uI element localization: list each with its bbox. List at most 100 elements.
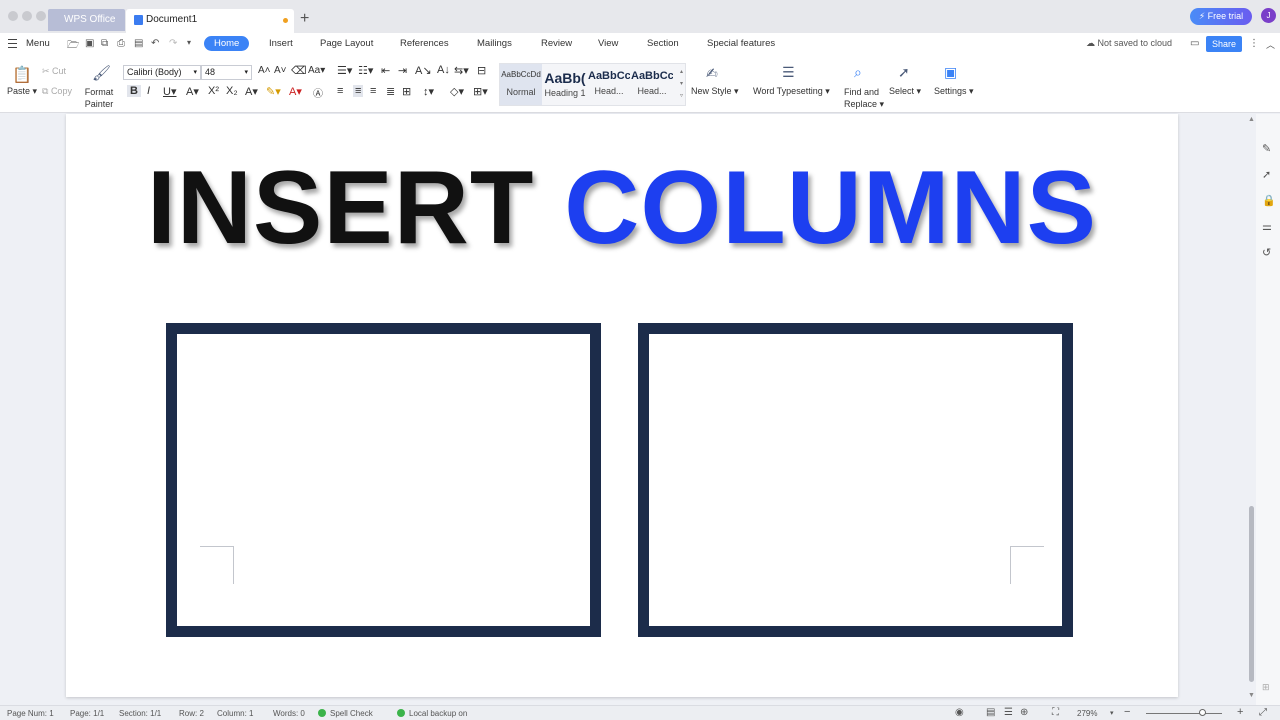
font-size-select[interactable]: 48 ▾	[201, 65, 252, 80]
tab-wps-office[interactable]: WPS Office	[48, 9, 125, 31]
save-icon[interactable]: ▣	[85, 38, 94, 49]
copy-button[interactable]: ⧉ Copy	[42, 86, 72, 97]
increase-indent-icon[interactable]: ⇥	[398, 64, 407, 77]
vertical-scrollbar[interactable]: ▲ ▼	[1248, 114, 1256, 705]
zoom-slider-track[interactable]	[1146, 713, 1222, 714]
zoom-level[interactable]: 279%	[1077, 709, 1097, 718]
distributed-icon[interactable]: ⊞	[402, 85, 411, 98]
bullets-icon[interactable]: ☰▾	[337, 64, 352, 77]
strikethrough-icon[interactable]: A▾	[186, 85, 199, 98]
show-marks-icon[interactable]: ⊟	[477, 64, 486, 77]
menu-button[interactable]: Menu	[26, 38, 50, 49]
redo-icon[interactable]: ↷	[169, 38, 177, 49]
tab-references[interactable]: References	[400, 38, 449, 49]
tab-document[interactable]: Document1	[126, 9, 294, 33]
status-words[interactable]: Words: 0	[273, 709, 305, 718]
fit-page-icon[interactable]: ⛶	[1052, 707, 1059, 718]
zoom-chevron-icon[interactable]: ▾	[1110, 709, 1114, 717]
tab-view[interactable]: View	[598, 38, 618, 49]
format-painter-button[interactable]: Format Painter	[84, 86, 114, 110]
clear-format-icon[interactable]: ⌫	[291, 64, 307, 77]
scrollbar-thumb[interactable]	[1249, 506, 1254, 682]
tab-page-layout[interactable]: Page Layout	[320, 38, 373, 49]
lock-icon[interactable]: 🔒	[1262, 194, 1276, 207]
line-spacing-icon[interactable]: ↕▾	[423, 85, 434, 98]
history-icon[interactable]: ↺	[1262, 246, 1271, 259]
superscript-icon[interactable]: X²	[208, 85, 219, 97]
select-pointer-icon[interactable]: ➚	[1262, 168, 1271, 181]
text-effect-icon[interactable]: A▾	[245, 85, 258, 98]
scroll-down-icon[interactable]: ▼	[1248, 692, 1255, 699]
borders-icon[interactable]: ⊞▾	[473, 85, 488, 98]
numbering-icon[interactable]: ☷▾	[358, 64, 373, 77]
font-name-select[interactable]: Calibri (Body) ▾	[123, 65, 201, 80]
outline-view-icon[interactable]: ☰	[1004, 707, 1013, 718]
zoom-slider-knob[interactable]	[1199, 709, 1206, 716]
scroll-up-icon[interactable]: ▲	[1248, 116, 1255, 123]
more-icon[interactable]: ⋮	[1249, 38, 1259, 49]
style-heading-2[interactable]: AaBbCc Head...	[588, 70, 630, 96]
zoom-out-button[interactable]: −	[1124, 706, 1130, 718]
print-preview-icon[interactable]: ▤	[134, 38, 143, 49]
new-style-button[interactable]: New Style ▾	[691, 86, 739, 97]
style-heading-3[interactable]: AaBbCc Head...	[631, 70, 673, 96]
share-button[interactable]: Share	[1206, 36, 1242, 52]
page-view-icon[interactable]: ▤	[986, 707, 995, 718]
open-icon[interactable]: 🗁	[67, 38, 79, 55]
adjust-sliders-icon[interactable]: ⚌	[1262, 220, 1272, 233]
web-view-icon[interactable]: ⊕	[1020, 707, 1028, 718]
close-window-button[interactable]	[8, 11, 18, 21]
line-break-icon[interactable]: ⇆▾	[454, 64, 469, 77]
tab-mailings[interactable]: Mailings	[477, 38, 512, 49]
edit-pencil-icon[interactable]: ✎	[1262, 142, 1271, 155]
tab-section[interactable]: Section	[647, 38, 679, 49]
shading-icon[interactable]: ◇▾	[450, 85, 464, 98]
font-color-icon[interactable]: A▾	[289, 85, 302, 98]
style-normal[interactable]: AaBbCcDd Normal	[500, 64, 542, 105]
new-tab-button[interactable]: +	[300, 9, 309, 29]
tab-review[interactable]: Review	[541, 38, 572, 49]
customize-chevron-icon[interactable]: ▾	[187, 38, 191, 47]
italic-button[interactable]: I	[147, 85, 150, 97]
align-right-icon[interactable]: ≡	[370, 85, 376, 97]
decrease-indent-icon[interactable]: ⇤	[381, 64, 390, 77]
sort-icon[interactable]: A↓	[437, 64, 450, 76]
local-backup-button[interactable]: Local backup on	[397, 709, 467, 718]
paste-button[interactable]: Paste ▾	[7, 86, 37, 97]
justify-icon[interactable]: ≣	[386, 85, 395, 98]
status-section[interactable]: Section: 1/1	[119, 709, 161, 718]
zoom-in-button[interactable]: +	[1237, 706, 1243, 718]
highlight-icon[interactable]: ✎▾	[266, 85, 281, 98]
save-as-icon[interactable]: ⧉	[101, 38, 108, 49]
bold-button[interactable]: B	[127, 85, 141, 97]
change-case-icon[interactable]: Aa▾	[308, 65, 325, 76]
tab-home[interactable]: Home	[204, 36, 250, 51]
find-replace-button[interactable]: Find and Replace ▾	[844, 86, 884, 110]
print-icon[interactable]: ⎙	[117, 38, 125, 49]
grid-icon[interactable]: ⊞	[1262, 682, 1270, 693]
tab-insert[interactable]: Insert	[269, 38, 293, 49]
shrink-font-icon[interactable]: A˅	[274, 65, 287, 76]
underline-button[interactable]: U▾	[163, 85, 176, 98]
undo-icon[interactable]: ↶	[151, 38, 159, 49]
align-left-icon[interactable]: ≡	[337, 85, 343, 97]
comment-icon[interactable]: ▭	[1190, 38, 1199, 49]
document-page[interactable]: INSERT COLUMNS	[66, 114, 1178, 697]
settings-button[interactable]: Settings ▾	[934, 86, 974, 97]
cut-button[interactable]: ✂ Cut	[42, 66, 66, 77]
minimize-window-button[interactable]	[22, 11, 32, 21]
grow-font-icon[interactable]: A˄	[258, 65, 271, 76]
cloud-status[interactable]: ☁ Not saved to cloud	[1086, 38, 1172, 49]
word-typesetting-button[interactable]: Word Typesetting ▾	[753, 86, 830, 97]
spell-check-button[interactable]: Spell Check	[318, 709, 373, 718]
subscript-icon[interactable]: X₂	[226, 85, 238, 97]
eye-protection-icon[interactable]: ◉	[955, 707, 964, 718]
text-direction-icon[interactable]: A↘	[415, 64, 432, 77]
maximize-window-button[interactable]	[36, 11, 46, 21]
char-border-icon[interactable]: Ⓐ	[313, 85, 323, 100]
hamburger-icon[interactable]	[8, 39, 17, 48]
align-center-icon[interactable]: ≡	[353, 85, 364, 97]
document-canvas[interactable]: INSERT COLUMNS	[0, 114, 1246, 705]
free-trial-button[interactable]: ⚡ Free trial	[1190, 8, 1252, 25]
style-scroll-icon[interactable]: ▴ ▾ ▿	[680, 66, 683, 102]
